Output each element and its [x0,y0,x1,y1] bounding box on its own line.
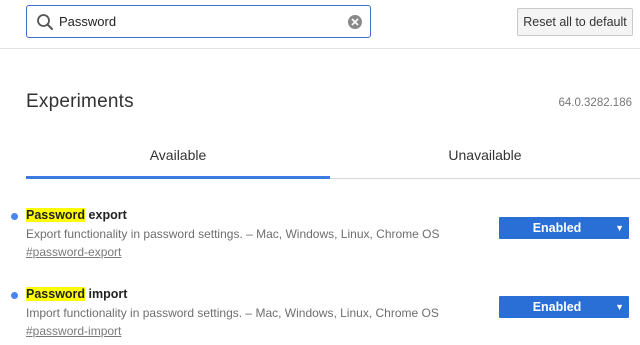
search-input[interactable] [59,12,349,31]
experiment-name: Password import [26,287,127,301]
experiment-name-rest: export [85,208,127,222]
experiment-permalink[interactable]: #password-export [26,245,121,259]
dropdown-arrow-icon: ▼ [615,302,624,312]
page-title: Experiments [26,91,134,112]
reset-all-button[interactable]: Reset all to default [517,8,633,36]
experiment-name: Password export [26,208,127,222]
tab-unavailable[interactable]: Unavailable [330,136,640,177]
select-value: Enabled [532,221,582,235]
experiment-status-dot [11,292,18,299]
tab-bar: Available Unavailable [26,136,640,179]
tab-available-label: Available [149,147,207,163]
tab-available[interactable]: Available [26,136,330,179]
experiment-description: Import functionality in password setting… [26,306,439,320]
top-bar: Reset all to default [0,0,640,49]
selected-tab-indicator [26,176,330,179]
select-value: Enabled [532,300,582,314]
experiment-permalink[interactable]: #password-import [26,324,121,338]
search-icon [37,14,53,30]
clear-search-icon[interactable] [348,15,362,29]
dropdown-arrow-icon: ▼ [615,223,624,233]
search-highlight: Password [26,287,86,301]
experiment-description: Export functionality in password setting… [26,227,440,241]
tab-unavailable-label: Unavailable [448,147,522,163]
experiment-name-rest: import [85,287,128,301]
experiment-state-select[interactable]: Enabled ▼ [499,296,629,318]
experiment-status-dot [11,213,18,220]
search-highlight: Password [26,208,86,222]
search-box[interactable] [26,5,371,38]
version-label: 64.0.3282.186 [558,97,632,109]
experiment-state-select[interactable]: Enabled ▼ [499,217,629,239]
